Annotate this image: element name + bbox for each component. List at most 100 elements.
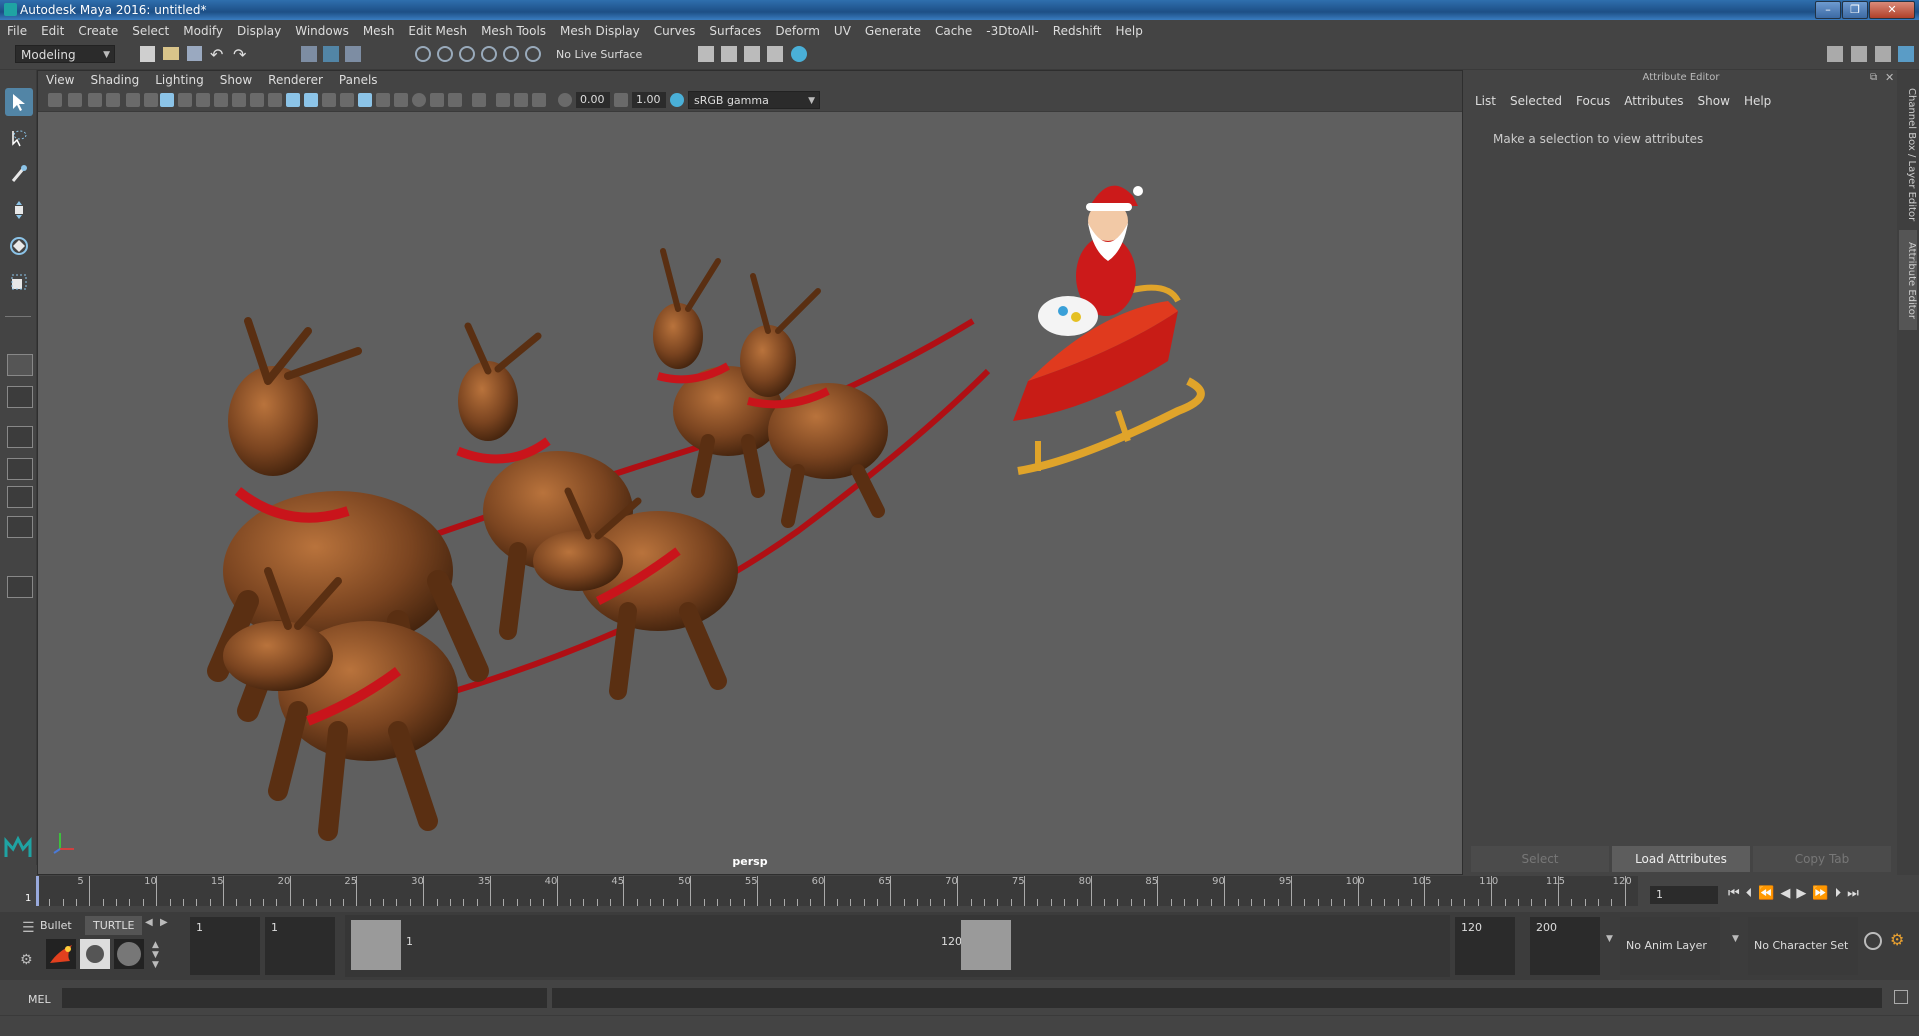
shelf-settings-icon[interactable]: ⚙ — [20, 952, 33, 968]
shelf-menu-icon[interactable]: ☰ — [22, 920, 35, 936]
script-editor-icon[interactable] — [1894, 990, 1908, 1004]
viewport-menu-shading[interactable]: Shading — [82, 71, 147, 89]
gamma-icon[interactable] — [614, 93, 628, 107]
menu-curves[interactable]: Curves — [647, 20, 703, 42]
anim-layer-dropdown[interactable]: No Anim Layer — [1620, 917, 1720, 975]
lasso-tool-icon[interactable] — [5, 124, 33, 152]
animation-start-field[interactable]: 1 — [190, 917, 260, 975]
persp-outliner-layout-button[interactable] — [7, 458, 33, 480]
single-pane-layout-button[interactable] — [7, 354, 33, 376]
particle-fire-icon[interactable] — [46, 939, 76, 969]
menu-deform[interactable]: Deform — [768, 20, 827, 42]
maximize-button[interactable]: ❐ — [1842, 1, 1868, 19]
step-back-key-icon[interactable]: ⏪ — [1758, 886, 1780, 901]
menu-windows[interactable]: Windows — [288, 20, 356, 42]
color-management-icon[interactable] — [670, 93, 684, 107]
render-current-frame-icon[interactable] — [698, 46, 714, 62]
playback-start-field[interactable]: 1 — [265, 917, 335, 975]
menu-surfaces[interactable]: Surfaces — [702, 20, 768, 42]
menu-help[interactable]: Help — [1108, 20, 1149, 42]
ae-menu-focus[interactable]: Focus — [1576, 94, 1610, 108]
ae-menu-attributes[interactable]: Attributes — [1624, 94, 1683, 108]
gamma-field[interactable]: 1.00 — [632, 92, 666, 108]
image-plane-icon[interactable] — [106, 93, 120, 107]
ae-menu-help[interactable]: Help — [1744, 94, 1771, 108]
backface-culling-icon[interactable] — [532, 93, 546, 107]
shelf-tab-turtle[interactable]: TURTLE — [85, 916, 143, 935]
open-scene-icon[interactable] — [163, 47, 179, 60]
ae-menu-selected[interactable]: Selected — [1510, 94, 1562, 108]
wireframe-icon[interactable] — [286, 93, 300, 107]
field-chart-icon[interactable] — [232, 93, 246, 107]
menu-file[interactable]: File — [0, 20, 34, 42]
snap-point-icon[interactable] — [459, 46, 475, 62]
float-panel-icon[interactable]: ⧉ — [1870, 72, 1877, 83]
menu-display[interactable]: Display — [230, 20, 288, 42]
select-object-icon[interactable] — [323, 46, 339, 62]
viewport-menu-panels[interactable]: Panels — [331, 71, 386, 89]
shelf-expand-icon[interactable]: ▲ ▼ ▼ — [152, 940, 159, 970]
playback-end-field[interactable]: 120 — [1455, 917, 1515, 975]
bookmark-icon[interactable] — [88, 93, 102, 107]
smooth-shade-icon[interactable] — [304, 93, 318, 107]
hypershade-icon[interactable] — [767, 46, 783, 62]
depth-of-field-icon[interactable] — [448, 93, 462, 107]
step-back-icon[interactable]: ⏴ — [1746, 886, 1759, 901]
minimize-button[interactable]: – — [1815, 1, 1841, 19]
play-forwards-icon[interactable]: ▶ — [1796, 886, 1812, 901]
character-set-dropdown[interactable]: No Character Set — [1748, 917, 1858, 975]
select-camera-icon[interactable] — [48, 93, 62, 107]
xray-icon[interactable] — [496, 93, 510, 107]
gate-mask-icon[interactable] — [214, 93, 228, 107]
channel-box-tab[interactable]: Channel Box / Layer Editor — [1899, 80, 1917, 230]
anti-aliasing-icon[interactable] — [430, 93, 444, 107]
persp-graph-layout-button[interactable] — [7, 486, 33, 508]
menu-mesh-display[interactable]: Mesh Display — [553, 20, 647, 42]
live-surface-label[interactable]: No Live Surface — [556, 48, 642, 61]
motion-blur-icon[interactable] — [412, 93, 426, 107]
shelf-tab-bullet[interactable]: Bullet — [40, 919, 72, 932]
2d-pan-zoom-icon[interactable] — [126, 93, 140, 107]
select-tool-icon[interactable] — [5, 88, 33, 116]
new-scene-icon[interactable] — [140, 46, 155, 62]
snap-curve-icon[interactable] — [437, 46, 453, 62]
channel-box-toggle-icon[interactable] — [1898, 46, 1914, 62]
xray-joints-icon[interactable] — [514, 93, 528, 107]
shelf-scroll-right-icon[interactable]: ▶ — [160, 917, 168, 928]
snap-grid-icon[interactable] — [415, 46, 431, 62]
view-transform-dropdown[interactable]: sRGB gamma ▼ — [688, 91, 820, 109]
select-button[interactable]: Select — [1471, 846, 1609, 872]
animation-preferences-icon[interactable]: ⚙ — [1890, 930, 1904, 949]
menu-mesh[interactable]: Mesh — [356, 20, 402, 42]
tool-settings-icon[interactable] — [1875, 46, 1891, 62]
menu-select[interactable]: Select — [125, 20, 176, 42]
safe-title-icon[interactable] — [268, 93, 282, 107]
modeling-toolkit-icon[interactable] — [1827, 46, 1843, 62]
copy-tab-button[interactable]: Copy Tab — [1753, 846, 1891, 872]
render-settings-icon[interactable] — [744, 46, 760, 62]
render-view-icon[interactable] — [791, 46, 807, 62]
resolution-gate-icon[interactable] — [196, 93, 210, 107]
perspective-viewport[interactable]: View Shading Lighting Show Renderer Panels 0.… — [37, 70, 1463, 875]
shader-ball-icon[interactable] — [80, 939, 110, 969]
chevron-down-icon[interactable]: ▼ — [1732, 934, 1739, 944]
viewport-menu-lighting[interactable]: Lighting — [147, 71, 212, 89]
exposure-field[interactable]: 0.00 — [576, 92, 610, 108]
viewport-menu-show[interactable]: Show — [212, 71, 260, 89]
close-button[interactable]: ✕ — [1869, 1, 1915, 19]
save-scene-icon[interactable] — [187, 46, 202, 61]
menu-redshift[interactable]: Redshift — [1046, 20, 1109, 42]
hypershade-layout-button[interactable] — [7, 516, 33, 538]
grid-icon[interactable] — [160, 93, 174, 107]
film-gate-icon[interactable] — [178, 93, 192, 107]
grease-pencil-icon[interactable] — [144, 93, 158, 107]
screen-space-ao-icon[interactable] — [394, 93, 408, 107]
safe-action-icon[interactable] — [250, 93, 264, 107]
exposure-icon[interactable] — [558, 93, 572, 107]
menu-edit[interactable]: Edit — [34, 20, 71, 42]
current-time-indicator[interactable] — [36, 876, 39, 906]
snap-live-icon[interactable] — [503, 46, 519, 62]
auto-key-icon[interactable] — [1864, 932, 1882, 950]
undo-icon[interactable]: ↶ — [210, 45, 223, 64]
time-slider[interactable]: 5 10 15 20 25 30 35 40 45 50 55 60 65 70 75 80 85 90 95 100… — [25, 876, 1638, 906]
